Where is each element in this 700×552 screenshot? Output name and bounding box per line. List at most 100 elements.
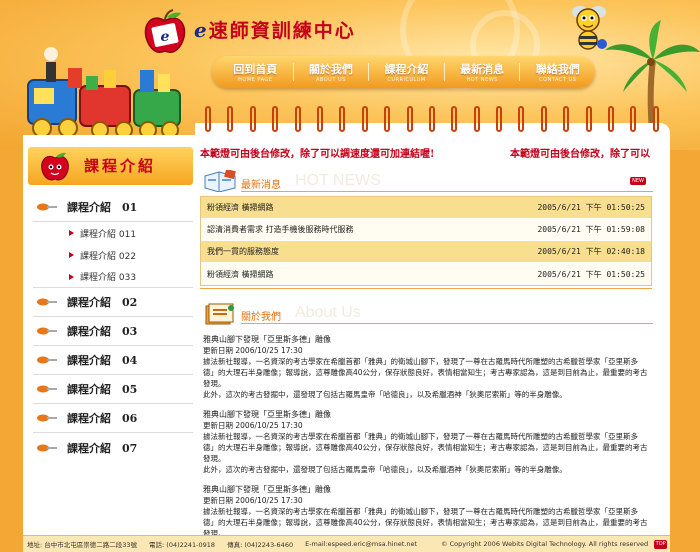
binder-ring	[316, 106, 323, 132]
news-row-title: 粉領經濟 橫掃網路	[207, 203, 274, 212]
about-header: 關於我們 About Us	[203, 302, 653, 325]
article-extra: 此外，這次的考古發掘中，還發現了包括古羅馬皇帝「哈德良」，以及希臘酒神「狄奧尼索…	[203, 465, 567, 474]
binder-ring	[473, 106, 480, 132]
article-title[interactable]: 雅典山腳下發現「亞里斯多德」雕像	[203, 409, 649, 420]
triangle-bullet-icon	[69, 252, 74, 258]
nav-about-sub: ABOUT US	[315, 77, 346, 83]
nav-news-label: 最新消息	[460, 63, 505, 76]
news-row-title: 粉領經濟 橫掃網路	[207, 269, 274, 279]
news-row-date: 2005/6/21 下午 01:50:25	[537, 269, 645, 279]
brand-title: 速師資訓練中心	[208, 20, 356, 42]
news-title: 最新消息	[241, 180, 281, 191]
nav-contact-sub: CONTACT US	[539, 77, 577, 83]
news-row[interactable]: 我們一貫的服務態度 2005/6/21 下午 02:40:18	[201, 241, 651, 263]
sidebar-title-banner: 課程介紹	[28, 147, 193, 185]
marquee-notice[interactable]: 本範燈可由後台修改，除了可以調速度還可加連結喔!	[200, 145, 434, 160]
footer-fax: 傳真: (04)2243-6460	[227, 541, 294, 549]
binder-ring	[608, 106, 615, 132]
article-title[interactable]: 雅典山腳下發現「亞里斯多德」雕像	[203, 484, 649, 495]
about-title-en: About Us	[295, 304, 361, 321]
sidebar-subitem-033[interactable]: 課程介紹 033	[33, 266, 193, 288]
nav-news[interactable]: 最新消息 HOT NEWS	[445, 61, 520, 83]
triangle-bullet-icon	[69, 230, 74, 236]
nav-curriculum[interactable]: 課程介紹 CURRICULUM	[369, 61, 444, 83]
brand-prefix: e	[194, 18, 209, 42]
article-extra: 此外，這次的考古發掘中，還發現了包括古羅馬皇帝「哈德良」，以及希臘酒神「狄奧尼索…	[203, 390, 567, 399]
sidebar-subitem-022[interactable]: 課程介紹 022	[33, 244, 193, 266]
nav-news-sub: HOT NEWS	[466, 77, 498, 83]
sidebar-title: 課程介紹	[84, 157, 157, 175]
news-row[interactable]: 認清消費者需求 打造手機後服務時代服務 2005/6/21 下午 01:59:0…	[201, 219, 651, 241]
article-title[interactable]: 雅典山腳下發現「亞里斯多德」雕像	[203, 334, 649, 345]
back-to-top-button[interactable]: TOP	[654, 539, 668, 549]
nav-about[interactable]: 關於我們 ABOUT US	[294, 61, 369, 83]
news-row-title: 我們一貫的服務態度	[207, 247, 279, 256]
binder-ring	[339, 106, 346, 132]
pushpin-icon	[37, 444, 57, 451]
binder-ring	[652, 106, 659, 132]
sidebar-subitem-label: 課程介紹 022	[80, 251, 137, 262]
news-list: 粉領經濟 橫掃網路 2005/6/21 下午 01:50:25 認清消費者需求 …	[200, 196, 652, 286]
sidebar-item-course-05[interactable]: 課程介紹 05	[33, 375, 193, 404]
binder-ring	[249, 106, 256, 132]
footer-copyright: © Copyright 2006 Webits Digital Technolo…	[441, 540, 649, 548]
sidebar-subitem-011[interactable]: 課程介紹 011	[33, 222, 193, 244]
pushpin-icon	[37, 356, 57, 364]
sidebar-item-course-07[interactable]: 課程介紹 07	[33, 433, 193, 462]
apple-logo-icon: e	[144, 9, 186, 53]
article-body: 據法新社報導，一名資深的考古學家在希臘首都「雅典」的衛城山腳下，發現了一尊在古羅…	[203, 507, 648, 538]
sidebar-item-label: 課程介紹 02	[67, 296, 138, 309]
marquee-notice-repeat[interactable]: 本範燈可由後台修改，除了可以	[510, 145, 650, 160]
sidebar-item-course-02[interactable]: 課程介紹 02	[33, 288, 193, 317]
pushpin-icon	[37, 327, 57, 335]
binder-ring	[361, 106, 368, 132]
news-row[interactable]: 粉領經濟 橫掃網路 2005/6/21 下午 01:50:25	[201, 263, 651, 285]
footer-email[interactable]: E-mail:espeed.eric@msa.hinet.net	[305, 540, 417, 548]
article-item: 雅典山腳下發現「亞里斯多德」雕像 更新日期 2006/10/25 17:30 據…	[203, 409, 649, 475]
nav-home-label: 回到首頁	[233, 63, 278, 76]
binder-ring	[540, 106, 547, 132]
about-title: 關於我們	[241, 312, 281, 323]
binder-ring	[384, 106, 391, 132]
page: e e速師資訓練中心 回到首頁 HOME PAGE 關於我們 ABOUT US …	[0, 0, 700, 552]
apple-mascot-icon	[41, 152, 69, 181]
nav-home-sub: HOME PAGE	[238, 77, 273, 83]
sidebar-item-course-06[interactable]: 課程介紹 06	[33, 404, 193, 433]
news-header: 最新消息 HOT NEWS	[203, 170, 653, 192]
binder-ring	[630, 106, 637, 132]
new-badge: NEW	[630, 177, 646, 185]
sidebar-menu: 課程介紹 01 課程介紹 011 課程介紹 022 課程介紹 033 課程介紹 …	[33, 193, 193, 462]
sidebar-item-label: 課程介紹 01	[67, 201, 138, 214]
pushpin-icon	[37, 298, 57, 306]
main-nav: 回到首頁 HOME PAGE 關於我們 ABOUT US 課程介紹 CURRIC…	[212, 56, 595, 88]
news-row[interactable]: 粉領經濟 橫掃網路 2005/6/21 下午 01:50:25	[201, 197, 651, 219]
binder-ring	[496, 106, 503, 132]
nav-home[interactable]: 回到首頁 HOME PAGE	[218, 61, 293, 83]
nav-contact[interactable]: 聯絡我們 CONTACT US	[520, 61, 595, 83]
bee-mascot-icon	[572, 6, 607, 50]
about-book-icon	[205, 303, 234, 325]
binder-ring	[406, 106, 413, 132]
article-item: 雅典山腳下發現「亞里斯多德」雕像 更新日期 2006/10/25 17:30 據…	[203, 484, 649, 539]
about-header-divider	[241, 323, 653, 324]
news-book-icon	[204, 170, 236, 192]
pushpin-icon	[37, 385, 57, 393]
nav-curriculum-label: 課程介紹	[384, 63, 429, 76]
triangle-bullet-icon	[69, 273, 74, 280]
about-articles: 雅典山腳下發現「亞里斯多德」雕像 更新日期 2006/10/25 17:30 據…	[203, 334, 649, 548]
nav-curriculum-sub: CURRICULUM	[387, 77, 426, 83]
news-row-title: 認清消費者需求 打造手機後服務時代服務	[207, 225, 354, 234]
footer: 地址: 台中市北屯區崇德二路二段33號 電話: (04)2241-0918 傳真…	[23, 535, 670, 552]
article-body: 據法新社報導，一名資深的考古學家在希臘首都「雅典」的衛城山腳下，發現了一尊在古羅…	[203, 432, 648, 463]
news-footer-divider	[200, 288, 652, 289]
sidebar-item-course-03[interactable]: 課程介紹 03	[33, 317, 193, 346]
sidebar-item-course-04[interactable]: 課程介紹 04	[33, 346, 193, 375]
binder-ring	[563, 106, 570, 132]
article-body: 據法新社報導，一名資深的考古學家在希臘首都「雅典」的衛城山腳下，發現了一尊在古羅…	[203, 357, 648, 388]
binder-ring	[205, 106, 211, 132]
sidebar-item-course-01[interactable]: 課程介紹 01	[33, 193, 193, 222]
brand-name: e速師資訓練中心	[194, 16, 356, 43]
news-row-date: 2005/6/21 下午 02:40:18	[537, 247, 645, 256]
nav-contact-label: 聯絡我們	[535, 63, 580, 76]
toy-train-icon	[27, 47, 181, 139]
